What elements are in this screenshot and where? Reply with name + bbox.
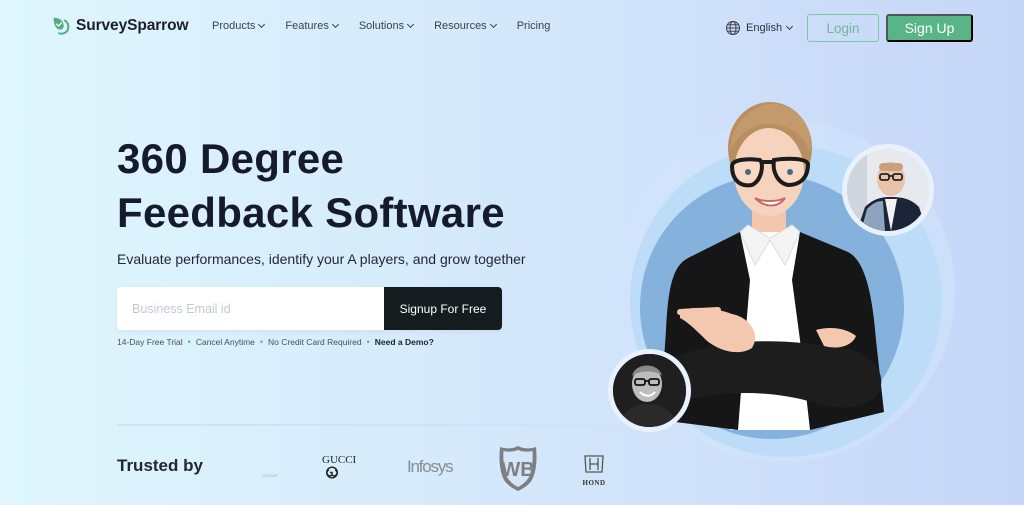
chevron-down-icon (786, 22, 794, 31)
wb-shield-icon: WB (499, 446, 537, 491)
hero-subtitle: Evaluate performances, identify your A p… (117, 251, 526, 267)
nav-item-label: Products (212, 20, 256, 32)
hero-illustration (580, 90, 980, 505)
signup-for-free-button[interactable]: Signup For Free (384, 287, 502, 330)
chevron-down-icon (407, 20, 415, 29)
separator-dot: • (259, 337, 264, 347)
business-email-input[interactable] (117, 287, 384, 330)
globe-icon (726, 21, 740, 35)
infosys-logo: Infosys (407, 457, 454, 476)
need-a-demo-link[interactable]: Need a Demo? (375, 337, 434, 347)
trial-perks: 14-Day Free Trial • Cancel Anytime • No … (117, 337, 434, 347)
title-line-2: Feedback Software (117, 189, 505, 236)
sparrow-leaf-icon (53, 17, 70, 35)
nav-item-pricing[interactable]: Pricing (517, 20, 551, 32)
login-button[interactable]: Login (807, 14, 879, 42)
perk-free-trial: 14-Day Free Trial (117, 337, 183, 347)
gucci-gg-icon (325, 466, 339, 479)
language-selector[interactable]: English (725, 20, 794, 36)
nav-item-solutions[interactable]: Solutions (358, 20, 415, 32)
chevron-down-icon (331, 20, 339, 29)
smiling-man-photo (613, 354, 686, 427)
section-divider (117, 424, 627, 426)
gucci-logo: GUCCI (322, 455, 356, 479)
nav-item-label: Solutions (358, 20, 405, 32)
language-label: English (746, 22, 783, 34)
nav-item-label: Pricing (516, 20, 551, 32)
warner-bros-logo: WB (496, 444, 540, 497)
nav-item-label: Features (285, 20, 329, 32)
perk-cancel-anytime: Cancel Anytime (195, 337, 255, 347)
sign-up-button[interactable]: Sign Up (886, 14, 973, 42)
group-logo: GROUP (262, 473, 279, 478)
perk-no-credit-card: No Credit Card Required (268, 337, 362, 347)
nav-item-label: Resources (434, 20, 487, 32)
signup-form: Signup For Free (117, 287, 502, 330)
trusted-by-heading: Trusted by (117, 456, 203, 475)
nav-item-products[interactable]: Products (212, 20, 266, 32)
chevron-down-icon (258, 20, 266, 29)
brand-name: SurveySparrow (76, 17, 189, 34)
separator-dot: • (187, 337, 191, 347)
page-title: 360 Degree Feedback Software (117, 132, 505, 240)
nav-item-resources[interactable]: Resources (434, 20, 497, 32)
gucci-wordmark: GUCCI (322, 454, 357, 466)
brand-logo[interactable]: SurveySparrow (50, 15, 189, 37)
businesswoman-pointing-photo (660, 102, 884, 430)
top-navigation: SurveySparrow Products Features Solution… (0, 0, 1024, 56)
chevron-down-icon (489, 20, 497, 29)
main-menu: Products Features Solutions Resources Pr… (212, 20, 550, 32)
smiling-man-bw-avatar (608, 349, 691, 432)
separator-dot: • (366, 337, 370, 347)
title-line-1: 360 Degree (117, 135, 345, 182)
man-in-suit-avatar (842, 144, 934, 236)
nav-item-features[interactable]: Features (285, 20, 339, 32)
man-in-suit-photo (847, 149, 929, 231)
wb-letters: WB (501, 459, 534, 481)
